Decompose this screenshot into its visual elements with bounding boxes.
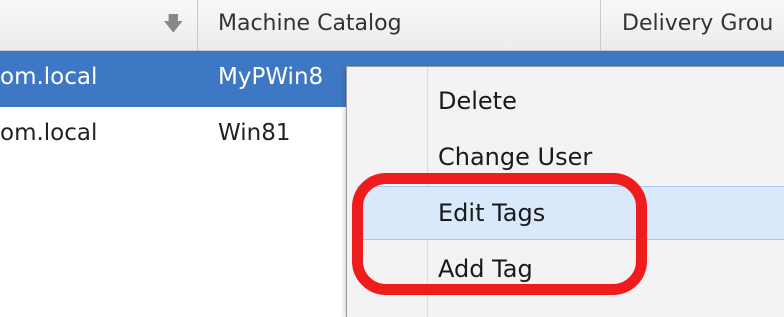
menu-item-delete[interactable]: Delete <box>357 75 784 127</box>
menu-item-label: Change User <box>438 143 593 171</box>
column-divider[interactable] <box>197 0 198 50</box>
highlight-annotation <box>352 173 647 295</box>
column-header-delivery-group[interactable]: Delivery Grou <box>622 11 773 36</box>
column-header-machine-catalog[interactable]: Machine Catalog <box>218 11 402 36</box>
machine-name-cell: om.local <box>0 120 98 146</box>
menu-item-label: Delete <box>438 87 517 115</box>
machine-catalog-cell: MyPWin8 <box>218 64 324 90</box>
sort-down-arrow-icon[interactable]: 🡇 <box>163 9 184 43</box>
machine-name-cell: om.local <box>0 64 98 90</box>
column-divider[interactable] <box>600 0 601 50</box>
table-header: 🡇 Machine Catalog Delivery Grou <box>0 0 784 51</box>
machine-catalog-cell: Win81 <box>218 120 291 146</box>
